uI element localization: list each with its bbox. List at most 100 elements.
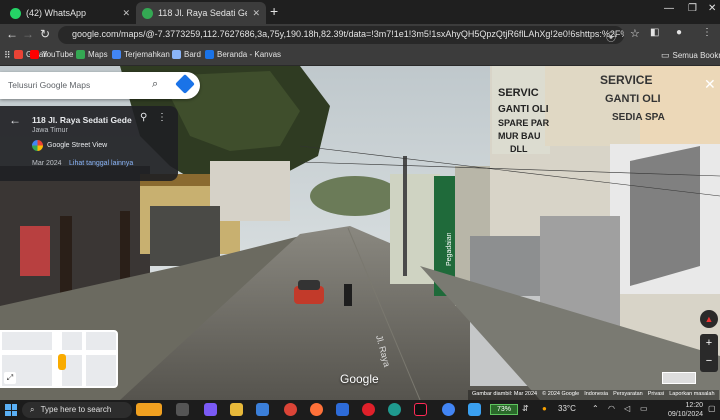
tab-label: (42) WhatsApp [26, 8, 87, 18]
pegman-icon[interactable] [58, 354, 66, 370]
task-view-icon[interactable] [176, 403, 189, 416]
battery-icon[interactable]: ▭ [640, 404, 648, 413]
back-icon[interactable]: ← [6, 27, 18, 41]
firefox-icon[interactable] [310, 403, 323, 416]
browser-toolbar: ← → ↻ google.com/maps/@-7.3773259,112.76… [0, 24, 720, 46]
app-l-icon[interactable] [336, 403, 349, 416]
see-more-dates-link[interactable]: Lihat tanggal lainnya [69, 160, 133, 167]
address-bar[interactable]: google.com/maps/@-7.3773259,112.7627686,… [58, 26, 624, 44]
capture-date: Mar 2024 [32, 160, 62, 167]
bookmark-label: Bard [184, 50, 201, 59]
forward-icon[interactable]: → [22, 27, 34, 41]
close-window-icon[interactable]: ✕ [708, 3, 716, 14]
search-input[interactable]: Telusuri Google Maps [8, 80, 90, 90]
all-bookmarks[interactable]: ▭Semua Bookmark [661, 50, 720, 61]
bookmark-kanvas[interactable]: Beranda - Kanvas [205, 50, 281, 59]
store-icon[interactable] [256, 403, 269, 416]
weather-icon[interactable]: ● [542, 404, 547, 413]
close-tab-icon[interactable]: ✕ [252, 8, 260, 19]
map-road [82, 332, 86, 386]
temperature[interactable]: 33°C [558, 404, 576, 413]
tab-label: 118 Jl. Raya Sedati Gede - Google Maps [158, 8, 248, 18]
all-bookmarks-label: Semua Bookmark [672, 51, 720, 60]
zoom-in-icon[interactable]: + [700, 334, 718, 352]
zoom-control[interactable]: + − [700, 334, 718, 372]
provider-label: Google Street View [47, 142, 108, 149]
attribution-bar: Gambar diambil: Mar 2024 © 2024 Google I… [468, 390, 719, 400]
maps-search-box[interactable]: Telusuri Google Maps ⌕ [0, 72, 200, 99]
close-street-view-icon[interactable]: ✕ [704, 76, 716, 93]
sign-text: SPARE PAR [498, 118, 550, 128]
more-options-icon[interactable]: ⋮ [157, 112, 167, 123]
opera-icon[interactable] [362, 403, 375, 416]
sign-text: DLL [510, 144, 528, 154]
location-pin-icon[interactable]: ⚲ [140, 112, 147, 123]
bookmark-youtube[interactable]: YouTube [30, 50, 73, 59]
mini-map[interactable]: ⤢ [0, 330, 118, 388]
expand-map-icon[interactable]: ⤢ [4, 372, 16, 384]
street-view-provider: Google Street View [32, 140, 107, 151]
street-view-panorama[interactable]: SERVIC GANTI OLI SPARE PAR MUR BAU DLL S… [0, 66, 720, 400]
terms-link[interactable]: Persyaratan [613, 391, 643, 399]
date: 09/10/2024 [668, 411, 704, 418]
battery-indicator[interactable]: 73% [490, 404, 518, 415]
bookmark-star-icon[interactable]: ☆ [630, 27, 640, 40]
compass-icon[interactable]: ▲ [700, 310, 718, 328]
maps-icon [76, 50, 85, 59]
country-link[interactable]: Indonesia [584, 391, 608, 399]
edge-icon[interactable] [388, 403, 401, 416]
search-icon: ⌕ [30, 405, 35, 414]
wifi-icon[interactable]: ◠ [608, 404, 615, 413]
taskbar-search[interactable]: ⌕ Type here to search [22, 402, 132, 418]
notifications-icon[interactable]: ▢ [708, 404, 716, 413]
copilot-icon[interactable] [204, 403, 217, 416]
back-arrow-icon[interactable]: ← [9, 113, 21, 127]
profile-icon[interactable]: ● [676, 27, 682, 38]
volume-icon[interactable]: ◁ [624, 404, 630, 413]
network-icon[interactable]: ⇵ [522, 404, 529, 413]
extensions-icon[interactable]: ◧ [650, 27, 659, 38]
start-button[interactable] [5, 404, 17, 416]
bookmark-maps[interactable]: Maps [76, 50, 108, 59]
widgets-icon[interactable] [136, 403, 162, 416]
sign-text: SERVIC [498, 87, 539, 99]
location-icon[interactable]: ⦿ [606, 29, 616, 44]
directions-icon[interactable] [175, 74, 195, 94]
tiktok-icon[interactable] [414, 403, 427, 416]
time: 12:20 [685, 402, 704, 409]
bookmark-bard[interactable]: Bard [172, 50, 201, 59]
file-explorer-icon[interactable] [230, 403, 243, 416]
address-title: 118 Jl. Raya Sedati Gede [32, 115, 132, 125]
maximize-icon[interactable]: ❐ [688, 3, 697, 14]
google-logo-icon [32, 140, 43, 151]
tab-google-maps[interactable]: 118 Jl. Raya Sedati Gede - Google Maps ✕ [136, 2, 266, 24]
report-problem-link[interactable]: Laporkan masalah [669, 391, 714, 399]
minimize-icon[interactable]: — [664, 3, 674, 14]
copyright: © 2024 Google [542, 391, 580, 397]
tab-whatsapp[interactable]: (42) WhatsApp ✕ [4, 2, 136, 24]
zoom-out-icon[interactable]: − [700, 352, 718, 370]
bookmark-label: Beranda - Kanvas [217, 50, 282, 59]
folder-icon: ▭ [661, 50, 670, 60]
reload-icon[interactable]: ↻ [40, 27, 50, 41]
sign-text: GANTI OLI [498, 104, 549, 115]
kanvas-icon [205, 50, 214, 59]
google-watermark: Google [340, 372, 379, 386]
menu-icon[interactable]: ⋮ [702, 27, 712, 38]
clock[interactable]: 12:20 09/10/2024 [668, 401, 703, 419]
gmail-icon [14, 50, 23, 59]
chrome-icon[interactable] [284, 403, 297, 416]
photos-icon[interactable] [468, 403, 481, 416]
search-icon[interactable]: ⌕ [152, 78, 158, 91]
bookmark-translate[interactable]: Terjemahkan [112, 50, 170, 59]
new-tab-button[interactable]: + [270, 3, 278, 19]
apps-icon[interactable]: ⠿ [4, 50, 11, 61]
show-hidden-icons[interactable]: ⌃ [592, 404, 599, 413]
bookmark-label: Terjemahkan [124, 50, 170, 59]
chrome-active-icon[interactable] [442, 403, 455, 416]
sign-text: GANTI OLI [605, 93, 661, 105]
close-tab-icon[interactable]: ✕ [122, 8, 130, 19]
layers-thumbnail[interactable] [662, 372, 696, 384]
bookmark-label: Maps [88, 50, 108, 59]
privacy-link[interactable]: Privasi [648, 391, 665, 399]
